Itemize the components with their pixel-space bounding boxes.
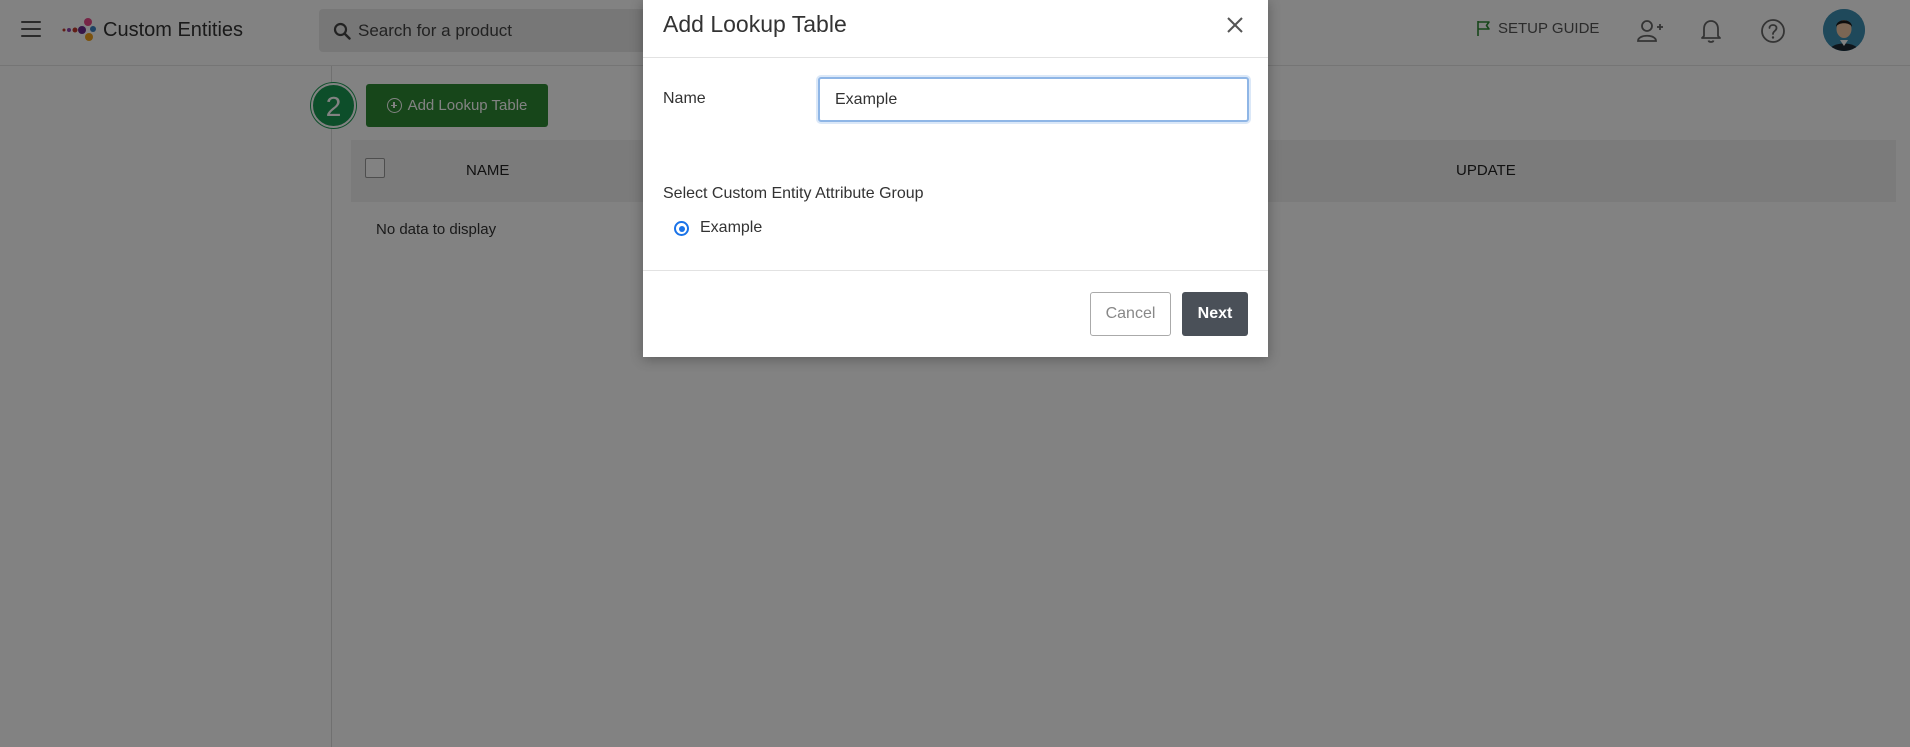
cancel-button[interactable]: Cancel [1090,292,1171,336]
attribute-group-option-label[interactable]: Example [700,219,762,237]
dialog-footer-divider [643,270,1268,271]
add-lookup-table-dialog: Add Lookup Table Name Select Custom Enti… [643,0,1268,357]
dialog-title: Add Lookup Table [663,11,847,37]
dialog-header-divider [643,57,1268,58]
name-label: Name [663,90,706,107]
next-button[interactable]: Next [1182,292,1248,336]
close-icon[interactable] [1223,13,1247,37]
attribute-group-label: Select Custom Entity Attribute Group [663,185,924,202]
attribute-group-radio[interactable] [674,221,689,236]
name-input[interactable] [818,77,1249,122]
